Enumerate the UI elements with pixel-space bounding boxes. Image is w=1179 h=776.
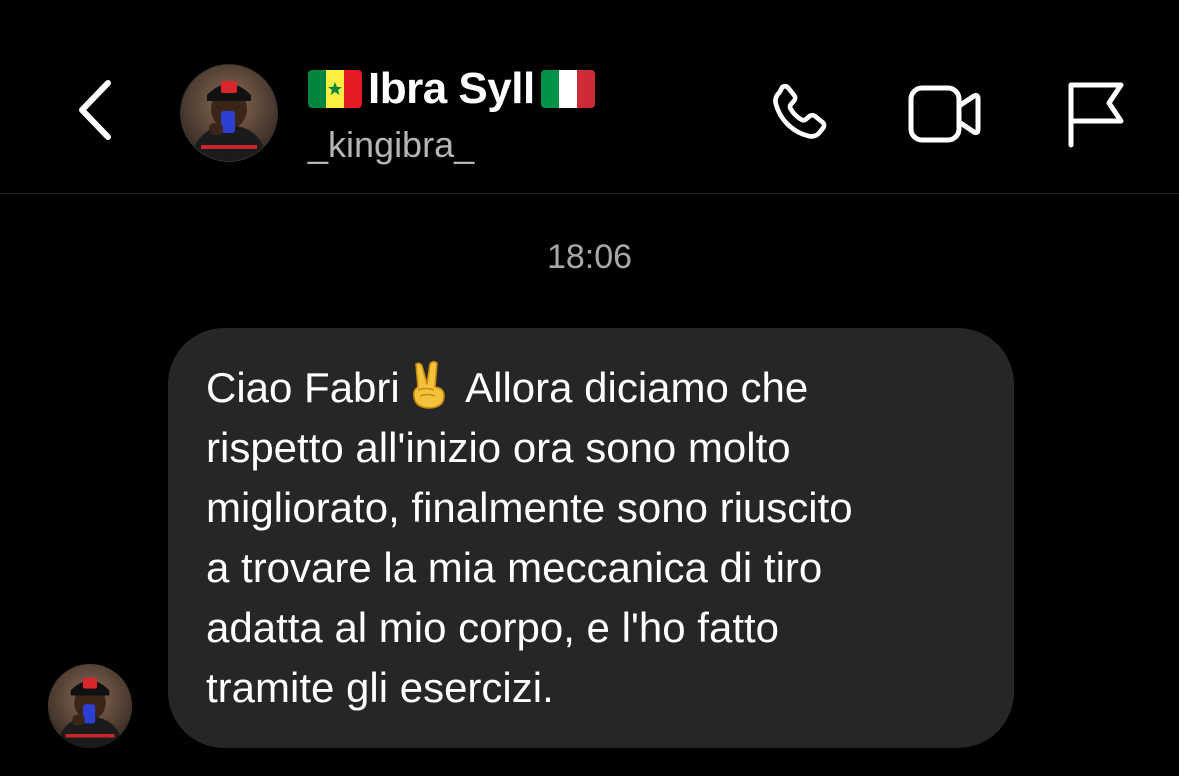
contact-info[interactable]: Ibra Syll _kingibra_ — [308, 62, 668, 166]
italy-flag-icon — [540, 70, 595, 108]
display-name: Ibra Syll — [368, 64, 535, 113]
message-timestamp: 18:06 — [546, 238, 633, 276]
chat-header: Ibra Syll _kingibra_ — [0, 0, 1179, 194]
report-button[interactable] — [1052, 72, 1136, 156]
back-button[interactable] — [66, 70, 126, 150]
message-bubble[interactable]: Ciao Fabri Allora diciamo che rispetto a… — [168, 328, 1014, 748]
chevron-left-icon — [79, 80, 111, 140]
video-call-button[interactable] — [902, 72, 986, 156]
username: _kingibra_ — [308, 124, 475, 165]
display-name-row: Ibra Syll — [308, 62, 668, 116]
video-camera-icon — [908, 85, 981, 143]
message-text-rest: Allora diciamo che rispetto all'inizio o… — [206, 364, 853, 711]
phone-icon — [773, 83, 827, 139]
victory-hand-icon — [412, 360, 445, 409]
sender-avatar[interactable] — [48, 664, 132, 748]
audio-call-button[interactable] — [756, 72, 840, 156]
flag-icon — [1068, 82, 1124, 148]
senegal-flag-icon — [308, 70, 362, 108]
contact-avatar[interactable] — [180, 64, 278, 162]
message-text-start: Ciao Fabri — [206, 364, 400, 411]
